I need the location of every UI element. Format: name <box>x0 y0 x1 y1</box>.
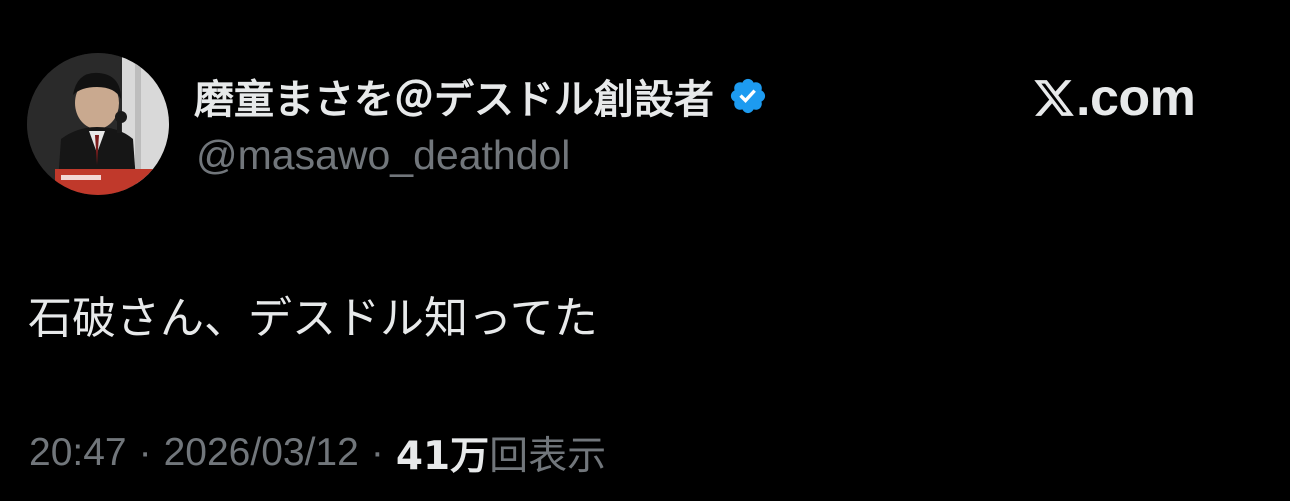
meta-separator: · <box>138 431 152 474</box>
display-name-row: 磨童まさを＠デスドル創設者 <box>194 68 768 124</box>
tweet-text: 石破さん、デスドル知ってた <box>28 293 598 344</box>
brand-watermark: .com <box>1032 68 1196 128</box>
tweet-meta: 20:47 · 2026/03/12 · 41万 回表示 <box>29 425 607 481</box>
meta-separator: · <box>370 431 384 474</box>
brand-label: .com <box>1076 69 1196 127</box>
tweet-time[interactable]: 20:47 <box>29 431 127 475</box>
avatar-icon <box>27 53 169 195</box>
verified-badge-icon <box>728 76 768 116</box>
user-handle[interactable]: @masawo_deathdol <box>196 132 570 179</box>
tweet-card: 磨童まさを＠デスドル創設者 @masawo_deathdol .com 石破さん… <box>0 0 1290 501</box>
avatar[interactable] <box>27 53 169 195</box>
views-count[interactable]: 41万 <box>396 425 489 481</box>
tweet-date[interactable]: 2026/03/12 <box>164 431 359 475</box>
display-name[interactable]: 磨童まさを＠デスドル創設者 <box>194 67 714 125</box>
views-label: 回表示 <box>489 434 607 479</box>
x-logo-icon <box>1032 76 1076 120</box>
